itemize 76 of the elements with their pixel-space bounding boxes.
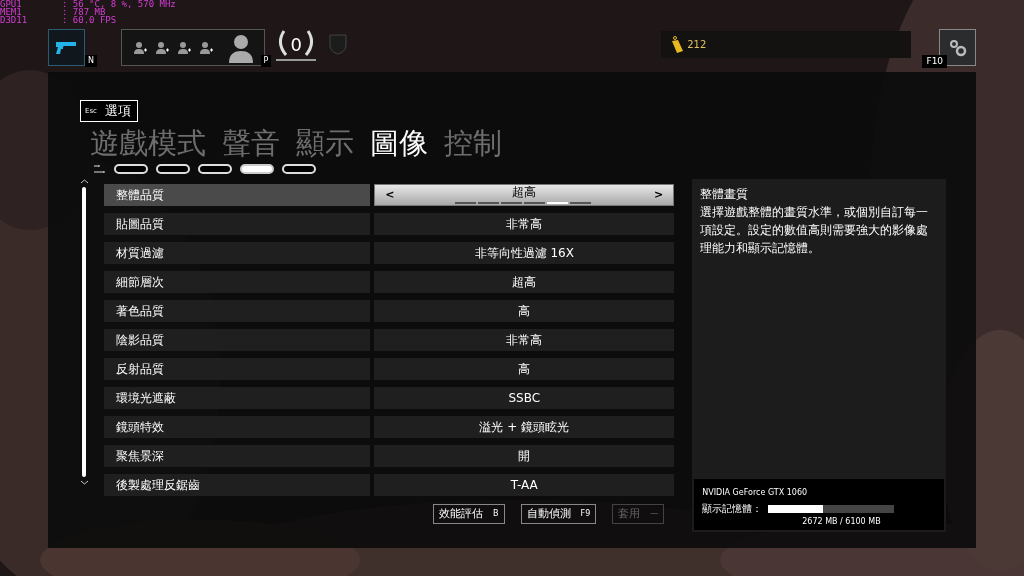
subtab-pill[interactable] — [282, 164, 316, 174]
subtab-pill[interactable] — [198, 164, 232, 174]
add-friend-icon[interactable] — [153, 39, 170, 56]
action-button[interactable]: 效能評估 B — [433, 504, 505, 524]
setting-value: 非等向性過濾 16X — [374, 242, 675, 264]
key-hint: P — [260, 55, 272, 67]
setting-label: 貼圖品質 — [104, 213, 371, 235]
tag-icon — [669, 35, 686, 54]
add-friend-icon[interactable] — [197, 39, 214, 56]
avatar-icon — [227, 32, 254, 63]
setting-row[interactable]: 反射品質 高 — [104, 358, 675, 380]
rank-badge: 0 — [274, 29, 319, 59]
setting-value: SSBC — [374, 387, 675, 409]
stat-value: : 60.0 FPS — [62, 16, 117, 24]
setting-row[interactable]: 材質過濾 非等向性過濾 16X — [104, 242, 675, 264]
category-tab[interactable]: 控制 — [444, 124, 502, 162]
setting-selector[interactable]: < 超高 > — [374, 184, 675, 206]
pistol-icon — [55, 40, 78, 55]
setting-label: 反射品質 — [104, 358, 371, 380]
gpu-name: NVIDIA GeForce GTX 1060 — [702, 487, 809, 499]
scroll-up-icon — [79, 179, 89, 184]
subtab-pill[interactable] — [240, 164, 274, 174]
stat-label: MEM1 — [0, 8, 22, 16]
subtab-pill[interactable] — [156, 164, 190, 174]
setting-row[interactable]: 整體品質 < 超高 > — [104, 184, 675, 206]
memory-label: 顯示記憶體： — [702, 502, 763, 516]
shield-icon — [329, 33, 348, 55]
setting-value: 超高 — [374, 271, 675, 293]
setting-value: 非常高 — [374, 213, 675, 235]
setting-label: 陰影品質 — [104, 329, 371, 351]
category-tab[interactable]: 遊戲模式 — [90, 124, 206, 162]
description-title: 整體畫質 — [699, 186, 750, 203]
sliders-icon — [94, 164, 106, 174]
subtab-pill[interactable] — [114, 164, 148, 174]
setting-label: 後製處理反鋸齒 — [104, 474, 371, 496]
key-hint: F10 — [922, 55, 948, 68]
setting-value: 高 — [374, 358, 675, 380]
setting-row[interactable]: 聚焦景深 開 — [104, 445, 675, 467]
memory-reading: 2672 MB / 6100 MB — [802, 516, 882, 528]
weapon-button[interactable] — [48, 29, 85, 66]
currency-amount: 212 — [687, 38, 707, 52]
setting-value: 開 — [374, 445, 675, 467]
category-tab[interactable]: 聲音 — [222, 124, 280, 162]
setting-value: 超高 — [511, 185, 538, 199]
stat-label: GPU1 — [0, 0, 23, 8]
previous-arrow[interactable]: < — [385, 186, 395, 204]
setting-label: 聚焦景深 — [104, 445, 371, 467]
setting-value: 溢光 + 鏡頭眩光 — [374, 416, 675, 438]
action-button[interactable]: 自動偵測 F9 — [520, 504, 597, 524]
settings-icon — [947, 37, 968, 58]
setting-label: 材質過濾 — [104, 242, 371, 264]
category-tab[interactable]: 顯示 — [296, 124, 354, 162]
setting-label: 整體品質 — [104, 184, 371, 206]
scroll-down-icon — [79, 480, 89, 485]
setting-value: 非常高 — [374, 329, 675, 351]
setting-row[interactable]: 環境光遮蔽 SSBC — [104, 387, 675, 409]
setting-row[interactable]: 陰影品質 非常高 — [104, 329, 675, 351]
add-friend-icon[interactable] — [131, 39, 148, 56]
stat-value: : 56 °C, 8 %, 570 MHz — [62, 0, 176, 8]
setting-label: 鏡頭特效 — [104, 416, 371, 438]
setting-label: 環境光遮蔽 — [104, 387, 371, 409]
setting-row[interactable]: 細節層次 超高 — [104, 271, 675, 293]
add-friend-icon[interactable] — [175, 39, 192, 56]
setting-value: 高 — [374, 300, 675, 322]
setting-value: T-AA — [374, 474, 675, 496]
setting-row[interactable]: 後製處理反鋸齒 T-AA — [104, 474, 675, 496]
setting-row[interactable]: 著色品質 高 — [104, 300, 675, 322]
setting-label: 細節層次 — [104, 271, 371, 293]
description-text: 選擇遊戲整體的畫質水準，或個別自訂每一項設定。設定的數值高則需要強大的影像處理能力和顯示記憶體。 — [699, 204, 930, 257]
stat-value: : 787 MB — [62, 8, 106, 16]
setting-row[interactable]: 貼圖品質 非常高 — [104, 213, 675, 235]
next-arrow[interactable]: > — [654, 186, 664, 204]
category-tab[interactable]: 圖像 — [370, 124, 428, 162]
setting-label: 著色品質 — [104, 300, 371, 322]
stat-label: D3D11 — [0, 16, 29, 24]
setting-row[interactable]: 鏡頭特效 溢光 + 鏡頭眩光 — [104, 416, 675, 438]
